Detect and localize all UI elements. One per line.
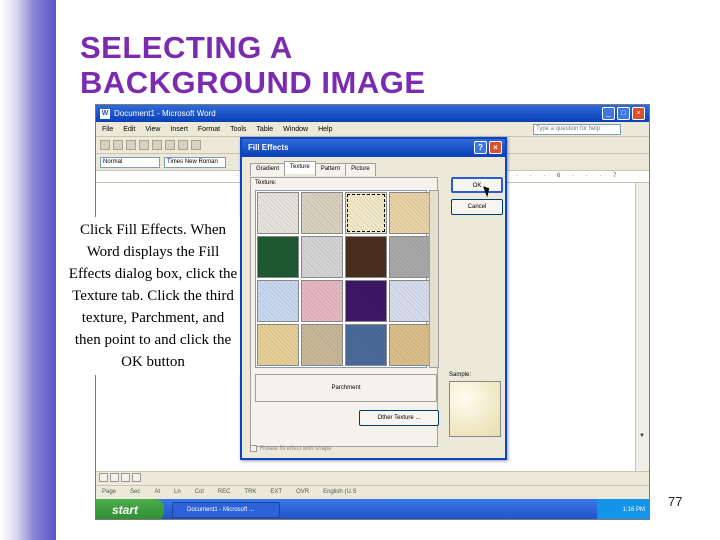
status-page: Page [102,489,117,495]
other-texture-button[interactable]: Other Texture ... [359,410,439,426]
spelling-icon[interactable] [152,140,162,150]
selected-texture-name: Parchment [255,374,437,402]
status-ext: EXT [270,489,283,495]
checkbox-icon[interactable] [250,445,257,452]
print-layout-icon[interactable] [121,473,130,482]
status-language: English (U.S [323,489,357,495]
menu-help[interactable]: Help [318,126,332,133]
texture-swatch[interactable] [257,236,299,278]
texture-swatch[interactable] [345,280,387,322]
horizontal-scrollbar[interactable] [96,471,649,483]
status-bar: Page Sec At Ln Col REC TRK EXT OVR Engli… [96,485,649,498]
paste-icon[interactable] [191,140,201,150]
cancel-button[interactable]: Cancel [451,199,503,215]
tab-gradient[interactable]: Gradient [250,163,286,176]
maximize-button[interactable]: □ [617,107,630,120]
open-icon[interactable] [113,140,123,150]
copy-icon[interactable] [178,140,188,150]
rotate-fill-label: Rotate fill effect with shape [260,446,332,453]
menu-view[interactable]: View [145,126,160,133]
menu-bar: File Edit View Insert Format Tools Table… [96,122,649,137]
slide-title-line-1: SELECTING A [80,30,293,65]
web-layout-icon[interactable] [110,473,119,482]
slide-gradient-bar [0,0,56,540]
texture-swatch[interactable] [301,280,343,322]
menu-window[interactable]: Window [283,126,308,133]
menu-insert[interactable]: Insert [170,126,188,133]
texture-swatch[interactable] [345,236,387,278]
slide-number: 77 [668,494,683,509]
tab-pattern[interactable]: Pattern [314,163,347,176]
dialog-title: Fill Effects [248,143,289,152]
outline-view-icon[interactable] [132,473,141,482]
sample-preview [449,381,501,437]
sample-label: Sample: [449,372,472,378]
texture-swatch[interactable] [389,280,431,322]
word-title-bar: W Document1 - Microsoft Word _ □ × [96,105,649,122]
normal-view-icon[interactable] [99,473,108,482]
word-app-icon: W [100,108,110,119]
print-icon[interactable] [139,140,149,150]
texture-swatch[interactable] [389,192,431,234]
status-ovr: OVR [296,489,310,495]
dialog-close-button[interactable]: × [489,141,502,154]
status-col: Col [194,489,204,495]
texture-swatch[interactable] [301,192,343,234]
slide-title: SELECTING A BACKGROUND IMAGE [80,30,600,100]
cut-icon[interactable] [165,140,175,150]
status-ln: Ln [174,489,181,495]
vertical-scrollbar[interactable]: ▼ [635,183,649,471]
texture-grid-scrollbar[interactable] [429,190,439,368]
tab-picture[interactable]: Picture [345,163,376,176]
texture-swatch[interactable] [389,324,431,366]
save-icon[interactable] [126,140,136,150]
texture-swatch[interactable] [345,324,387,366]
menu-table[interactable]: Table [256,126,273,133]
taskbar-item-document1[interactable]: Document1 - Microsoft ... [172,502,280,518]
status-trk: TRK [244,489,257,495]
rotate-fill-checkbox[interactable]: Rotate fill effect with shape [250,445,332,452]
word-window-title: Document1 - Microsoft Word [114,109,216,118]
scroll-down-icon[interactable]: ▼ [639,433,645,439]
close-button[interactable]: × [632,107,645,120]
system-tray-clock: 1:16 PM [597,499,649,519]
minimize-button[interactable]: _ [602,107,615,120]
menu-file[interactable]: File [102,126,113,133]
texture-swatch[interactable] [257,192,299,234]
status-at: At [154,489,161,495]
font-combo[interactable]: Times New Roman [164,156,226,168]
dialog-help-button[interactable]: ? [474,141,487,154]
texture-swatch[interactable] [389,236,431,278]
texture-swatch[interactable] [345,192,387,234]
ok-button[interactable]: OK [451,177,503,193]
slide-title-line-2: BACKGROUND IMAGE [80,65,426,100]
texture-swatch[interactable] [257,280,299,322]
status-sec: Sec [130,489,141,495]
tab-texture[interactable]: Texture [284,161,316,174]
fill-effects-dialog: Fill Effects ? × Gradient Texture Patter… [240,137,507,460]
help-question-input[interactable]: Type a question for help [533,124,621,135]
dialog-tabs: Gradient Texture Pattern Picture [250,161,376,176]
status-rec: REC [217,489,231,495]
instruction-text: Click Fill Effects. When Word displays t… [66,217,240,375]
texture-tab-panel: Texture: Parchment Other Texture ... [250,177,439,447]
texture-label: Texture: [255,180,277,186]
menu-edit[interactable]: Edit [123,126,135,133]
texture-swatch[interactable] [301,324,343,366]
texture-swatch[interactable] [301,236,343,278]
dialog-title-bar: Fill Effects ? × [242,139,505,157]
menu-format[interactable]: Format [198,126,220,133]
windows-taskbar: start Document1 - Microsoft ... 1:16 PM [96,499,649,519]
start-button[interactable]: start [96,499,164,519]
menu-tools[interactable]: Tools [230,126,246,133]
texture-grid [255,190,431,368]
style-combo[interactable]: Normal [100,156,160,168]
texture-swatch[interactable] [257,324,299,366]
new-document-icon[interactable] [100,140,110,150]
